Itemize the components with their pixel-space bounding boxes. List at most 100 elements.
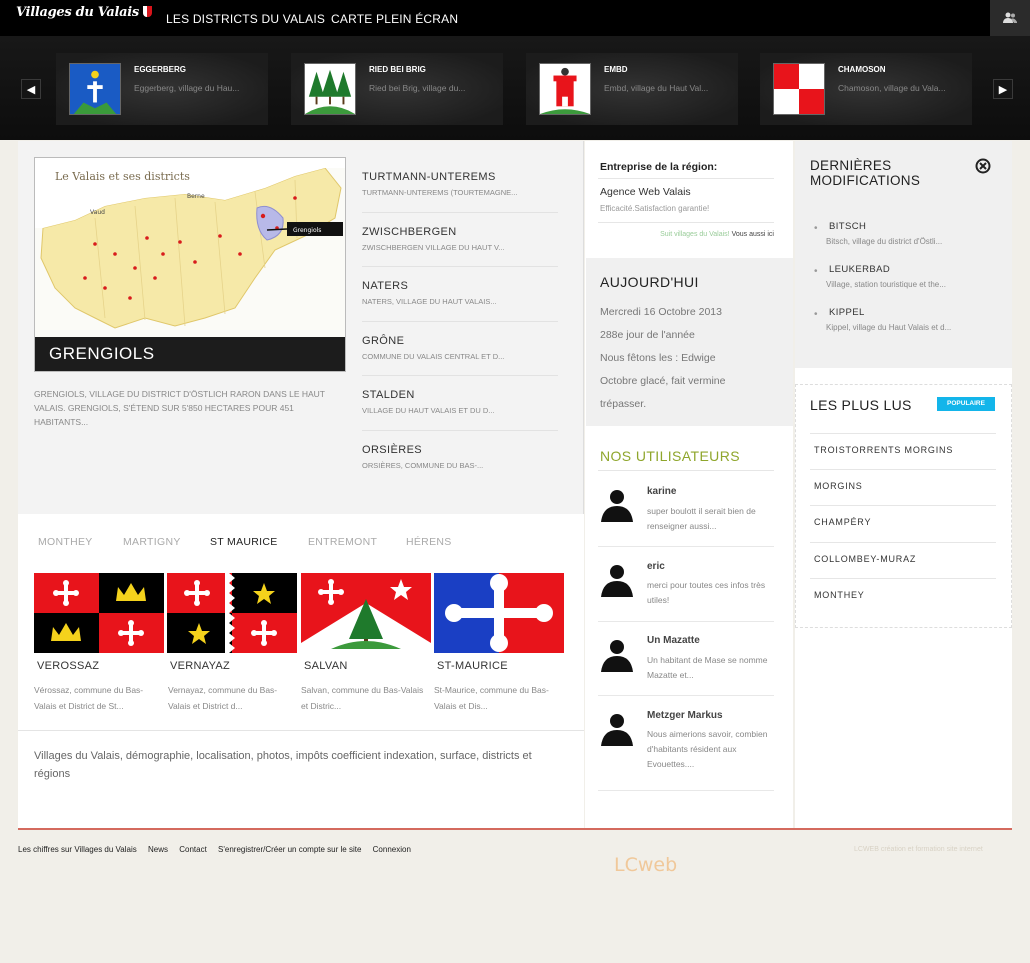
user-avatar-icon [601,714,633,746]
featured-village-map[interactable]: Le Valais et ses districts Berne Vaud Gr… [34,157,346,372]
most-read-title: LES PLUS LUS [810,397,912,413]
list-item-desc: ZWISCHBERGEN VILLAGE DU HAUT V... [362,242,505,252]
most-read-item[interactable]: CHAMPÉRY [810,505,996,541]
footer-link-news[interactable]: News [148,845,168,854]
list-item-desc: ORSIÈRES, COMMUNE DU BAS-... [362,460,484,470]
district-village-name[interactable]: SALVAN [304,660,348,672]
enterprise-tagline: Efficacité.Satisfaction garantie! [600,204,710,213]
footer-link-login[interactable]: Connexion [373,845,411,854]
list-item[interactable]: NATERS NATERS, VILLAGE DU HAUT VALAIS... [362,267,558,322]
top-navbar: Villages du Valais LES DISTRICTS DU VALA… [0,0,1030,36]
recent-item-desc: Bitsch, village du district d'Östli... [826,237,943,246]
comment-author[interactable]: karine [647,486,676,497]
district-village-name[interactable]: VEROSSAZ [37,660,99,672]
list-item-title[interactable]: STALDEN [362,389,558,401]
comment-author[interactable]: Un Mazatte [647,635,700,646]
recent-item-title[interactable]: LEUKERBAD [829,264,890,275]
st-maurice-coat-of-arms[interactable] [434,573,564,653]
site-logo[interactable]: Villages du Valais [16,5,152,20]
footer-divider [18,828,1012,830]
footer-logo[interactable]: LCweb [614,854,677,876]
comment-text: Un habitant de Mase se nomme Mazatte et.… [647,655,768,680]
comment-text: merci pour toutes ces infos très utiles! [647,580,766,605]
list-item-title[interactable]: NATERS [362,280,558,292]
ried-bei-brig-coat-of-arms [304,63,356,115]
bullet-icon: • [814,266,818,277]
tab-martigny[interactable]: MARTIGNY [123,536,181,548]
most-read-item[interactable]: MONTHEY [810,578,996,614]
recent-item-title[interactable]: KIPPEL [829,307,865,318]
today-line: Nous fêtons les : Edwige [600,352,716,364]
nav-link-fullscreen-map[interactable]: CARTE PLEIN ÉCRAN [331,12,458,26]
list-item-desc: TURTMANN-UNTEREMS (TOURTEMAGNE... [362,188,518,197]
tab-st-maurice[interactable]: ST MAURICE [210,536,278,548]
footer-credit[interactable]: LCWEB création et formation site interne… [854,846,983,853]
enterprise-link-green: Suit villages du Valais! [660,231,730,238]
footer-links: Les chiffres sur Villages du Valais News… [18,845,420,854]
enterprise-link[interactable]: Suit villages du Valais! Vous aussi ici [600,231,774,238]
today-line: trépasser. [600,398,647,410]
verossaz-coat-of-arms[interactable] [34,573,164,653]
footer-link-register[interactable]: S'enregistrer/Créer un compte sur le sit… [218,845,361,854]
valais-districts-map: Le Valais et ses districts Berne Vaud Gr… [35,158,345,339]
featured-village-desc: GRENGIOLS, VILLAGE DU DISTRICT D'ÖSTLICH… [34,389,325,427]
carousel-prev-button[interactable]: ◀ [21,79,41,99]
carousel-card[interactable]: CHAMOSON Chamoson, village du Vala... [760,53,972,125]
enterprise-name[interactable]: Agence Web Valais [600,186,691,198]
salvan-coat-of-arms[interactable] [301,573,431,653]
enterprise-title: Entreprise de la région: [600,161,718,173]
list-item[interactable]: ZWISCHBERGEN ZWISCHBERGEN VILLAGE DU HAUT… [362,213,558,267]
today-title: AUJOURD'HUI [600,274,699,290]
card-title: EGGERBERG [134,65,187,74]
carousel-next-button[interactable]: ▶ [993,79,1013,99]
list-item-title[interactable]: GRÔNE [362,335,558,347]
embd-coat-of-arms [539,63,591,115]
divider [598,470,774,471]
footer-link-contact[interactable]: Contact [179,845,207,854]
tab-herens[interactable]: HÉRENS [406,536,452,548]
nav-link-districts[interactable]: LES DISTRICTS DU VALAIS [166,12,325,26]
site-description: Villages du Valais, démographie, localis… [34,750,532,780]
list-item[interactable]: STALDEN VILLAGE DU HAUT VALAIS ET DU D... [362,376,558,431]
list-item-title[interactable]: ZWISCHBERGEN [362,226,558,238]
list-item[interactable]: TURTMANN-UNTEREMS TURTMANN-UNTEREMS (TOUR… [362,158,558,213]
recent-changes-title: DERNIÈRES MODIFICATIONS [810,158,920,188]
divider [598,222,774,223]
list-item-desc: VILLAGE DU HAUT VALAIS ET DU D... [362,406,495,415]
tab-monthey[interactable]: MONTHEY [38,536,93,548]
carousel-card[interactable]: EMBD Embd, village du Haut Val... [526,53,738,125]
district-village-desc: Vernayaz, commune du Bas-Valais et Distr… [168,685,278,711]
list-item[interactable]: ORSIÈRES ORSIÈRES, COMMUNE DU BAS-... [362,431,558,486]
recent-item-title[interactable]: BITSCH [829,221,866,232]
village-list: TURTMANN-UNTEREMS TURTMANN-UNTEREMS (TOUR… [362,158,558,485]
card-title: RIED BEI BRIG [369,65,426,74]
vernayaz-coat-of-arms[interactable] [167,573,297,653]
chamoson-coat-of-arms [773,63,825,115]
divider [18,730,584,731]
list-item[interactable]: GRÔNE COMMUNE DU VALAIS CENTRAL ET D... [362,322,558,376]
comment-author[interactable]: eric [647,561,665,572]
user-menu-button[interactable] [990,0,1030,36]
list-item-title[interactable]: ORSIÈRES [362,444,558,456]
comment-text: super boulott il serait bien de renseign… [647,506,756,531]
most-read-item[interactable]: TROISTORRENTS MORGINS [810,433,996,469]
most-read-item[interactable]: COLLOMBEY-MURAZ [810,542,996,578]
district-village-name[interactable]: ST-MAURICE [437,660,508,672]
footer-link-stats[interactable]: Les chiffres sur Villages du Valais [18,845,137,854]
comment-author[interactable]: Metzger Markus [647,710,723,721]
most-read-item[interactable]: MORGINS [810,469,996,505]
list-item-title[interactable]: TURTMANN-UNTEREMS [362,171,558,183]
carousel-card[interactable]: RIED BEI BRIG Ried bei Brig, village du.… [291,53,503,125]
district-village-name[interactable]: VERNAYAZ [170,660,230,672]
comment-text: Nous aimerions savoir, combien d'habitan… [647,729,768,769]
refresh-icon[interactable] [975,158,991,174]
map-title: Le Valais et ses districts [55,170,190,183]
tab-entremont[interactable]: ENTREMONT [308,536,377,548]
eggerberg-coat-of-arms [69,63,121,115]
recent-title-line1: DERNIÈRES [810,158,892,173]
chevron-right-icon: ▶ [998,83,1008,96]
carousel-card[interactable]: EGGERBERG Eggerberg, village du Hau... [56,53,268,125]
map-label-vaud: Vaud [90,209,105,216]
bullet-icon: • [814,223,818,234]
list-item-desc: NATERS, VILLAGE DU HAUT VALAIS... [362,297,497,306]
